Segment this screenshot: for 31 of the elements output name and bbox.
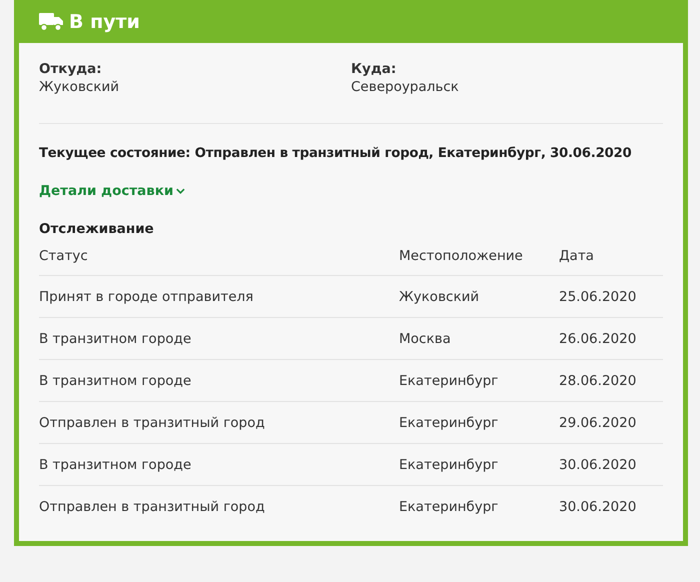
column-header: Местоположение xyxy=(399,248,524,264)
table-cell-text: Отправлен в транзитный город xyxy=(39,414,266,430)
table-cell-text: 25.06.2020 xyxy=(559,288,638,304)
table-cell-text: Москва xyxy=(399,330,452,346)
current-status: Текущее состояние: Отправлен в транзитный город, Екатеринбург, 30.06.2020 xyxy=(39,146,632,161)
column-header: Дата xyxy=(559,248,595,264)
table-cell-text: 26.06.2020 xyxy=(559,330,638,346)
table-cell-text: Отправлен в транзитный город xyxy=(39,498,266,514)
chevron-icon xyxy=(176,188,186,194)
to-label: Куда: xyxy=(351,61,398,77)
table-cell-text: В транзитном городе xyxy=(39,456,192,472)
table-cell-text: Екатеринбург xyxy=(399,414,500,430)
table-cell-text: Екатеринбург xyxy=(399,456,500,472)
table-cell-text: 30.06.2020 xyxy=(559,456,638,472)
column-header: Статус xyxy=(39,248,89,264)
table-cell-text: В транзитном городе xyxy=(39,330,192,346)
to-value: Североуральск xyxy=(351,79,460,95)
table-cell-text: Принят в городе отправителя xyxy=(39,288,254,304)
delivery-details-link[interactable]: Детали доставки xyxy=(39,183,186,199)
table-cell-text: 29.06.2020 xyxy=(559,414,638,430)
status-title: В пути xyxy=(69,10,140,32)
truck-icon xyxy=(39,12,63,30)
table-cell-text: 28.06.2020 xyxy=(559,372,638,388)
tracking-title: Отслеживание xyxy=(39,221,155,237)
from-value: Жуковский xyxy=(39,79,120,95)
table-cell-text: Екатеринбург xyxy=(399,372,500,388)
table-cell-text: В транзитном городе xyxy=(39,372,192,388)
table-cell-text: Екатеринбург xyxy=(399,498,500,514)
table-cell-text: Жуковский xyxy=(399,288,480,304)
table-cell-text: 30.06.2020 xyxy=(559,498,638,514)
from-label: Откуда: xyxy=(39,61,103,77)
